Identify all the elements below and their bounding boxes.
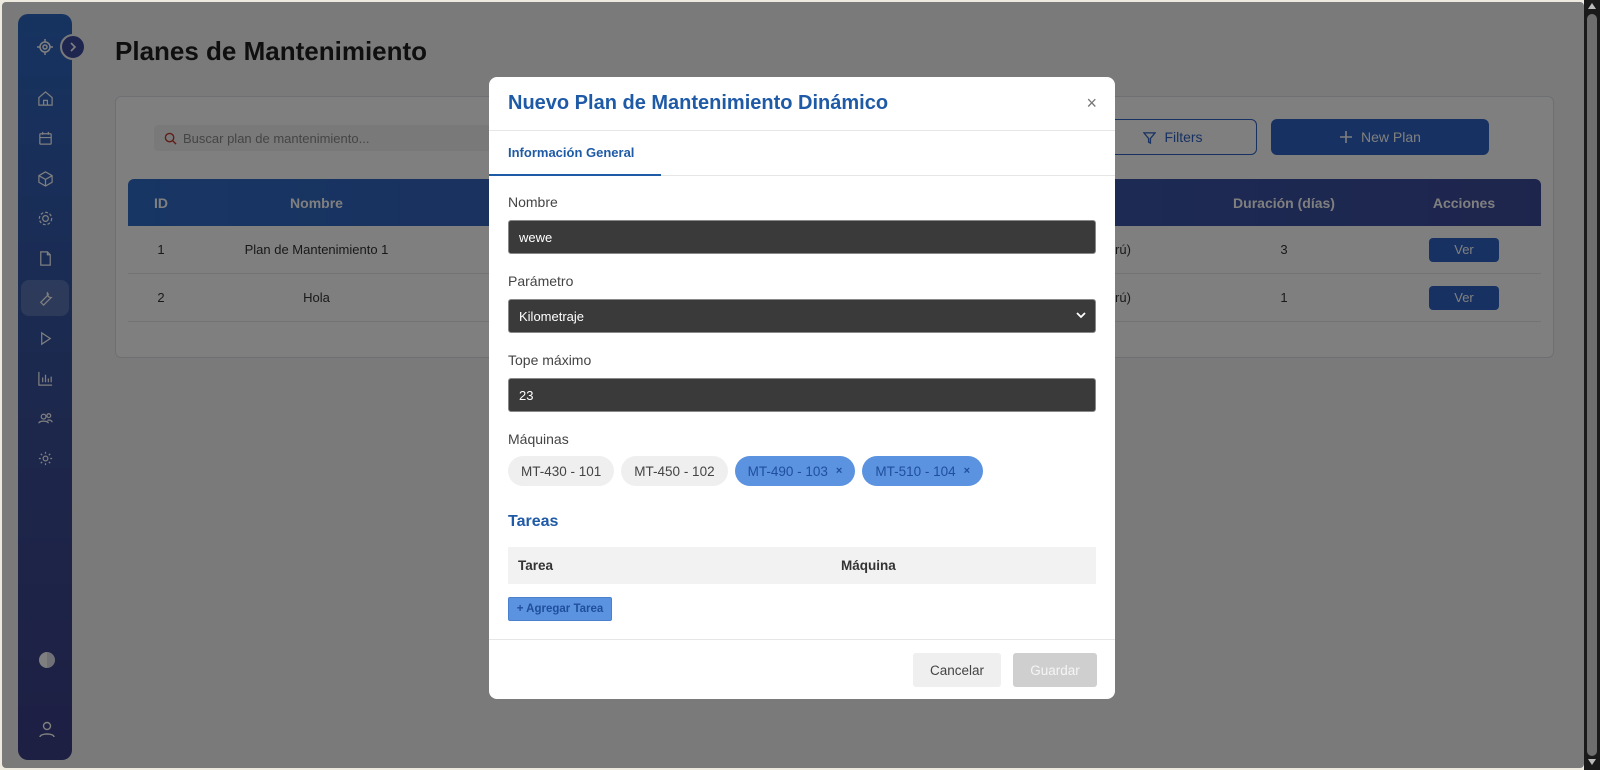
header-tarea: Tarea	[518, 558, 554, 573]
nombre-label: Nombre	[508, 194, 558, 210]
nombre-input[interactable]: wewe	[508, 220, 1096, 254]
cancel-button[interactable]: Cancelar	[913, 653, 1001, 687]
scroll-up-icon[interactable]	[1588, 3, 1596, 9]
add-task-button[interactable]: + Agregar Tarea	[508, 597, 612, 621]
modal-header: Nuevo Plan de Mantenimiento Dinámico ×	[489, 77, 1115, 131]
tareas-table-header: Tarea Máquina	[508, 547, 1096, 584]
header-maquina: Máquina	[841, 558, 896, 573]
modal-title: Nuevo Plan de Mantenimiento Dinámico	[508, 92, 889, 114]
chevron-down-icon	[1076, 312, 1086, 319]
machine-chips: MT-430 - 101 MT-450 - 102 MT-490 - 103 × …	[508, 456, 984, 486]
scrollbar[interactable]	[1584, 0, 1600, 770]
machine-chip-selected[interactable]: MT-490 - 103 ×	[734, 456, 856, 486]
tareas-title: Tareas	[508, 513, 559, 530]
save-button[interactable]: Guardar	[1013, 653, 1097, 687]
machine-chip-label: MT-490 - 103	[747, 463, 828, 479]
machine-chip[interactable]: MT-450 - 102	[621, 456, 728, 486]
scroll-down-icon[interactable]	[1588, 759, 1596, 765]
tope-maximo-input[interactable]: 23	[508, 378, 1096, 412]
remove-chip-icon[interactable]: ×	[836, 465, 842, 477]
tope-label: Tope máximo	[508, 352, 592, 368]
machine-chip-label: MT-510 - 104	[875, 463, 956, 479]
machine-chip-selected[interactable]: MT-510 - 104 ×	[862, 456, 984, 486]
machine-chip-label: MT-430 - 101	[521, 463, 602, 479]
app-window: Planes de Mantenimiento Buscar plan de m…	[2, 2, 1584, 768]
parametro-select[interactable]: Kilometraje	[508, 299, 1096, 333]
parametro-value: Kilometraje	[519, 308, 585, 324]
modal-tabs: Información General	[489, 131, 1115, 176]
machine-chip[interactable]: MT-430 - 101	[508, 456, 615, 486]
maquinas-label: Máquinas	[508, 431, 569, 447]
close-icon[interactable]: ×	[1086, 93, 1097, 114]
modal-footer: Cancelar Guardar	[489, 639, 1115, 699]
parametro-label: Parámetro	[508, 273, 574, 289]
machine-chip-label: MT-450 - 102	[634, 463, 715, 479]
tab-informacion-general[interactable]: Información General	[489, 131, 661, 176]
remove-chip-icon[interactable]: ×	[964, 465, 970, 477]
scrollbar-thumb[interactable]	[1587, 14, 1597, 756]
new-plan-modal: Nuevo Plan de Mantenimiento Dinámico × I…	[489, 77, 1115, 699]
